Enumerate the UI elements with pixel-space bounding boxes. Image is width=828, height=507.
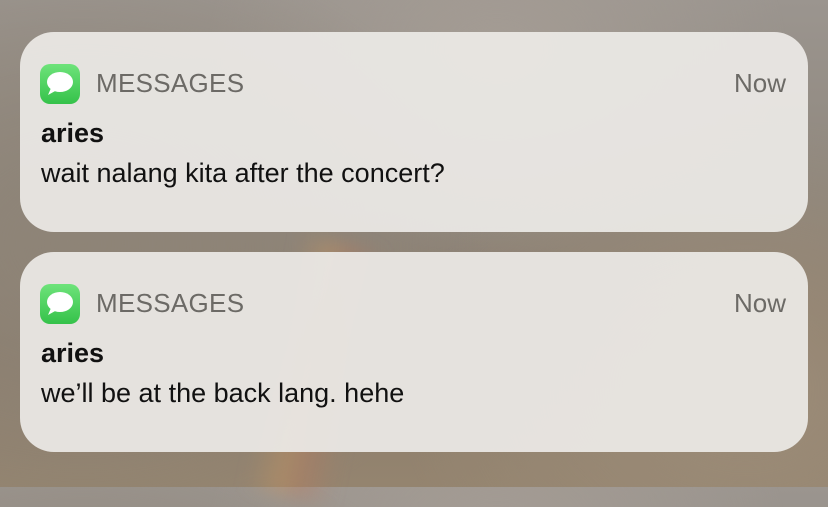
- app-name: MESSAGES: [96, 68, 245, 98]
- message-sender: aries: [41, 118, 105, 148]
- notification-card[interactable]: MESSAGES Now aries we’ll be at the back …: [20, 252, 808, 452]
- notification-time: Now: [733, 288, 786, 318]
- notification-time: Now: [733, 68, 786, 98]
- messages-icon: [40, 64, 80, 104]
- notification-card[interactable]: MESSAGES Now aries wait nalang kita afte…: [20, 32, 808, 232]
- messages-icon: [40, 284, 80, 324]
- message-body: we’ll be at the back lang. hehe: [41, 378, 405, 408]
- message-body: wait nalang kita after the concert?: [41, 158, 445, 188]
- app-name: MESSAGES: [96, 288, 245, 318]
- message-sender: aries: [41, 338, 105, 368]
